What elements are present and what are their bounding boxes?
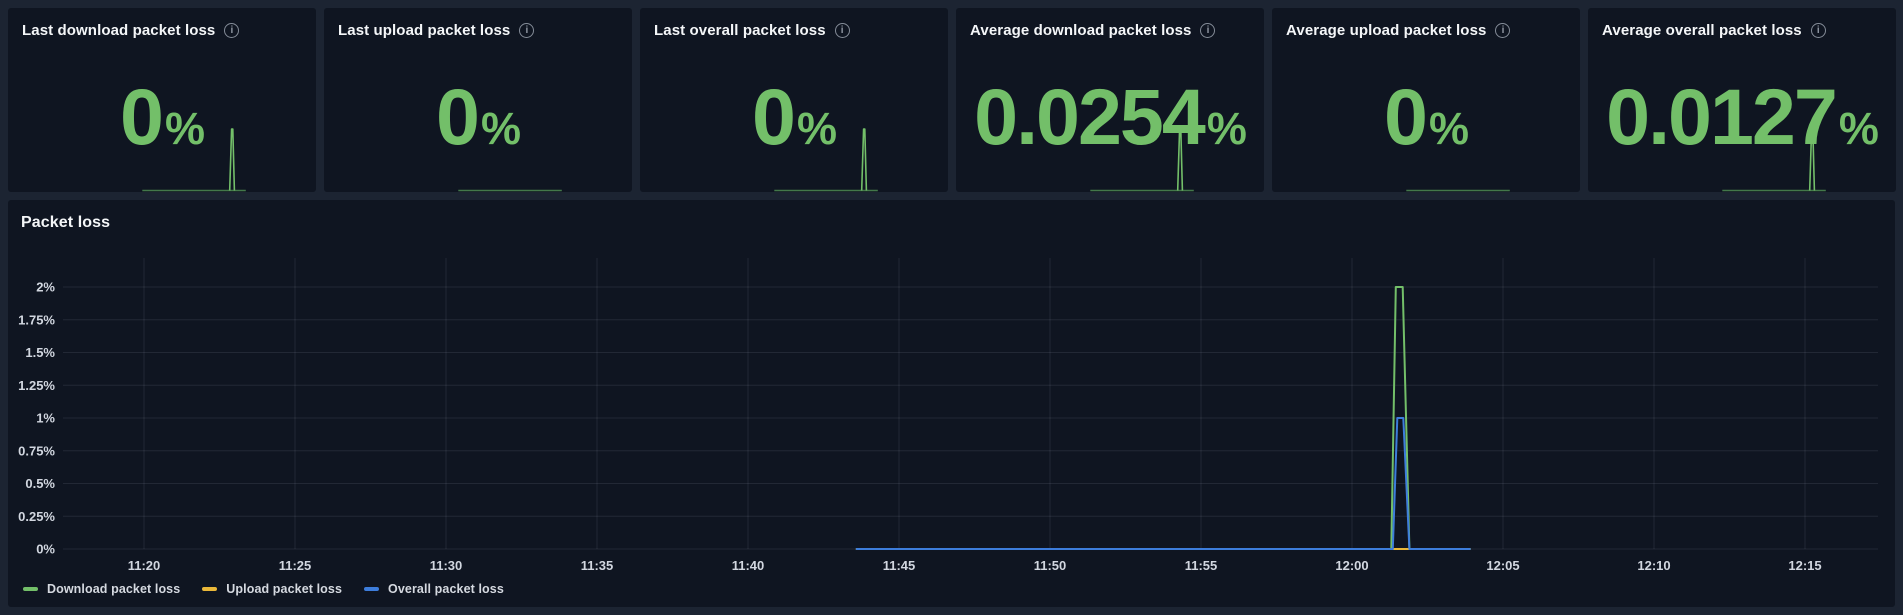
panel-title: Last overall packet loss xyxy=(654,22,826,39)
stat-value: 0.0127 % xyxy=(1588,72,1896,161)
x-axis-tick-label: 12:15 xyxy=(1788,558,1821,573)
timeseries-plot[interactable]: 0% 0.25% 0.5% 0.75% 1% 1.25% 1.5% 1.75% 2% 11:20 1… xyxy=(8,200,1895,578)
info-icon[interactable]: i xyxy=(519,23,535,38)
y-axis-tick-label: 0% xyxy=(36,542,55,557)
stat-value-number: 0 xyxy=(436,72,480,161)
y-axis-tick-label: 0.25% xyxy=(18,509,55,524)
stat-value: 0 % xyxy=(1272,72,1580,161)
info-icon[interactable]: i xyxy=(1810,23,1826,38)
x-axis-tick-label: 12:00 xyxy=(1335,558,1368,573)
info-icon[interactable]: i xyxy=(1495,23,1511,38)
stat-value-number: 0 xyxy=(1384,72,1428,161)
y-axis-tick-label: 0.5% xyxy=(25,476,55,491)
x-axis-tick-label: 11:40 xyxy=(732,558,765,573)
legend-series-swatch xyxy=(364,587,380,591)
stat-value-unit: % xyxy=(480,103,521,154)
stat-value-unit: % xyxy=(1838,103,1879,154)
stat-panel-last-download-packet-loss: Last download packet loss i 0 % xyxy=(8,8,316,192)
stat-value-unit: % xyxy=(1206,103,1247,154)
grafana-dashboard: { "theme": { "page_bg": "#1c2432", "pane… xyxy=(0,0,1903,615)
info-icon[interactable]: i xyxy=(1200,23,1216,38)
x-axis-tick-label: 11:50 xyxy=(1034,558,1067,573)
stat-value: 0.0254 % xyxy=(956,72,1264,161)
panel-title: Average upload packet loss xyxy=(1286,22,1487,39)
chart-legend: Download packet loss Upload packet loss Ov… xyxy=(23,582,504,596)
panel-title: Average overall packet loss xyxy=(1602,22,1802,39)
stat-panel-last-overall-packet-loss: Last overall packet loss i 0 % xyxy=(640,8,948,192)
legend-series-swatch xyxy=(202,587,218,591)
y-axis-tick-label: 1% xyxy=(36,411,55,426)
timeseries-panel-packet-loss: Packet loss 0% 0.25% 0.5% 0.75% 1% 1.25% 1.5% 1… xyxy=(8,200,1895,607)
x-axis-tick-label: 11:20 xyxy=(128,558,161,573)
legend-series-label: Download packet loss xyxy=(47,582,181,596)
y-axis-tick-label: 1.75% xyxy=(18,312,55,327)
info-icon[interactable]: i xyxy=(834,23,850,38)
stat-value: 0 % xyxy=(640,72,948,161)
stat-value-unit: % xyxy=(1428,103,1469,154)
stat-panel-average-upload-packet-loss: Average upload packet loss i 0 % xyxy=(1272,8,1580,192)
info-icon[interactable]: i xyxy=(224,23,240,38)
stat-value: 0 % xyxy=(8,72,316,161)
stat-value: 0 % xyxy=(324,72,632,161)
y-axis-tick-label: 2% xyxy=(36,280,55,295)
legend-item-overall-packet-loss[interactable]: Overall packet loss xyxy=(364,582,504,596)
stat-panel-average-overall-packet-loss: Average overall packet loss i 0.0127 % xyxy=(1588,8,1896,192)
stat-value-number: 0.0254 xyxy=(974,72,1206,161)
x-axis-tick-label: 11:55 xyxy=(1185,558,1218,573)
legend-item-upload-packet-loss[interactable]: Upload packet loss xyxy=(202,582,342,596)
x-axis-tick-label: 12:05 xyxy=(1486,558,1519,573)
stat-panel-last-upload-packet-loss: Last upload packet loss i 0 % xyxy=(324,8,632,192)
x-axis-tick-label: 11:35 xyxy=(581,558,614,573)
panel-title: Average download packet loss xyxy=(970,22,1192,39)
panel-title: Last download packet loss xyxy=(22,22,216,39)
legend-series-swatch xyxy=(23,587,38,591)
stat-value-number: 0.0127 xyxy=(1606,72,1838,161)
y-axis-tick-label: 0.75% xyxy=(18,443,55,458)
stat-value-number: 0 xyxy=(120,72,164,161)
stat-value-unit: % xyxy=(164,103,205,154)
x-axis-tick-label: 11:30 xyxy=(430,558,463,573)
stat-value-unit: % xyxy=(796,103,837,154)
x-axis-tick-label: 11:25 xyxy=(279,558,312,573)
x-axis-tick-label: 12:10 xyxy=(1637,558,1670,573)
legend-series-label: Upload packet loss xyxy=(226,582,343,596)
y-axis-tick-label: 1.25% xyxy=(18,378,55,393)
x-axis-tick-label: 11:45 xyxy=(883,558,916,573)
legend-item-download-packet-loss[interactable]: Download packet loss xyxy=(23,582,180,596)
legend-series-label: Overall packet loss xyxy=(388,582,504,596)
stat-panel-average-download-packet-loss: Average download packet loss i 0.0254 % xyxy=(956,8,1264,192)
stat-value-number: 0 xyxy=(752,72,796,161)
panel-title: Last upload packet loss xyxy=(338,22,511,39)
y-axis-tick-label: 1.5% xyxy=(25,345,55,360)
